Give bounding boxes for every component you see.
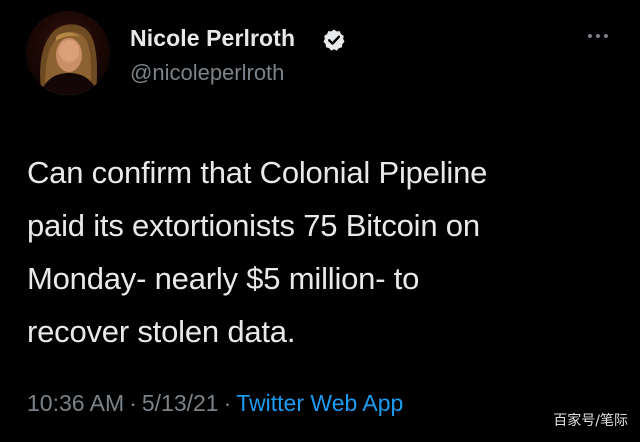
verified-badge-icon xyxy=(323,29,345,51)
tweet-card: Nicole Perlroth @nicoleperlroth Can conf… xyxy=(0,0,640,442)
user-handle[interactable]: @nicoleperlroth xyxy=(130,60,284,86)
tweet-date[interactable]: 5/13/21 xyxy=(142,390,219,416)
tweet-time[interactable]: 10:36 AM xyxy=(27,390,124,416)
tweet-source-link[interactable]: Twitter Web App xyxy=(236,390,403,416)
meta-separator: · xyxy=(129,390,137,416)
meta-separator: · xyxy=(223,390,232,416)
more-options-icon[interactable] xyxy=(586,28,610,44)
avatar[interactable] xyxy=(26,11,110,95)
watermark: 百家号/笔际 xyxy=(553,413,628,429)
tweet-text: Can confirm that Colonial Pipeline paid … xyxy=(27,155,488,349)
profile-photo-icon xyxy=(40,24,98,95)
tweet-meta: 10:36 AM · 5/13/21 · Twitter Web App xyxy=(27,390,403,417)
display-name[interactable]: Nicole Perlroth xyxy=(130,25,295,52)
